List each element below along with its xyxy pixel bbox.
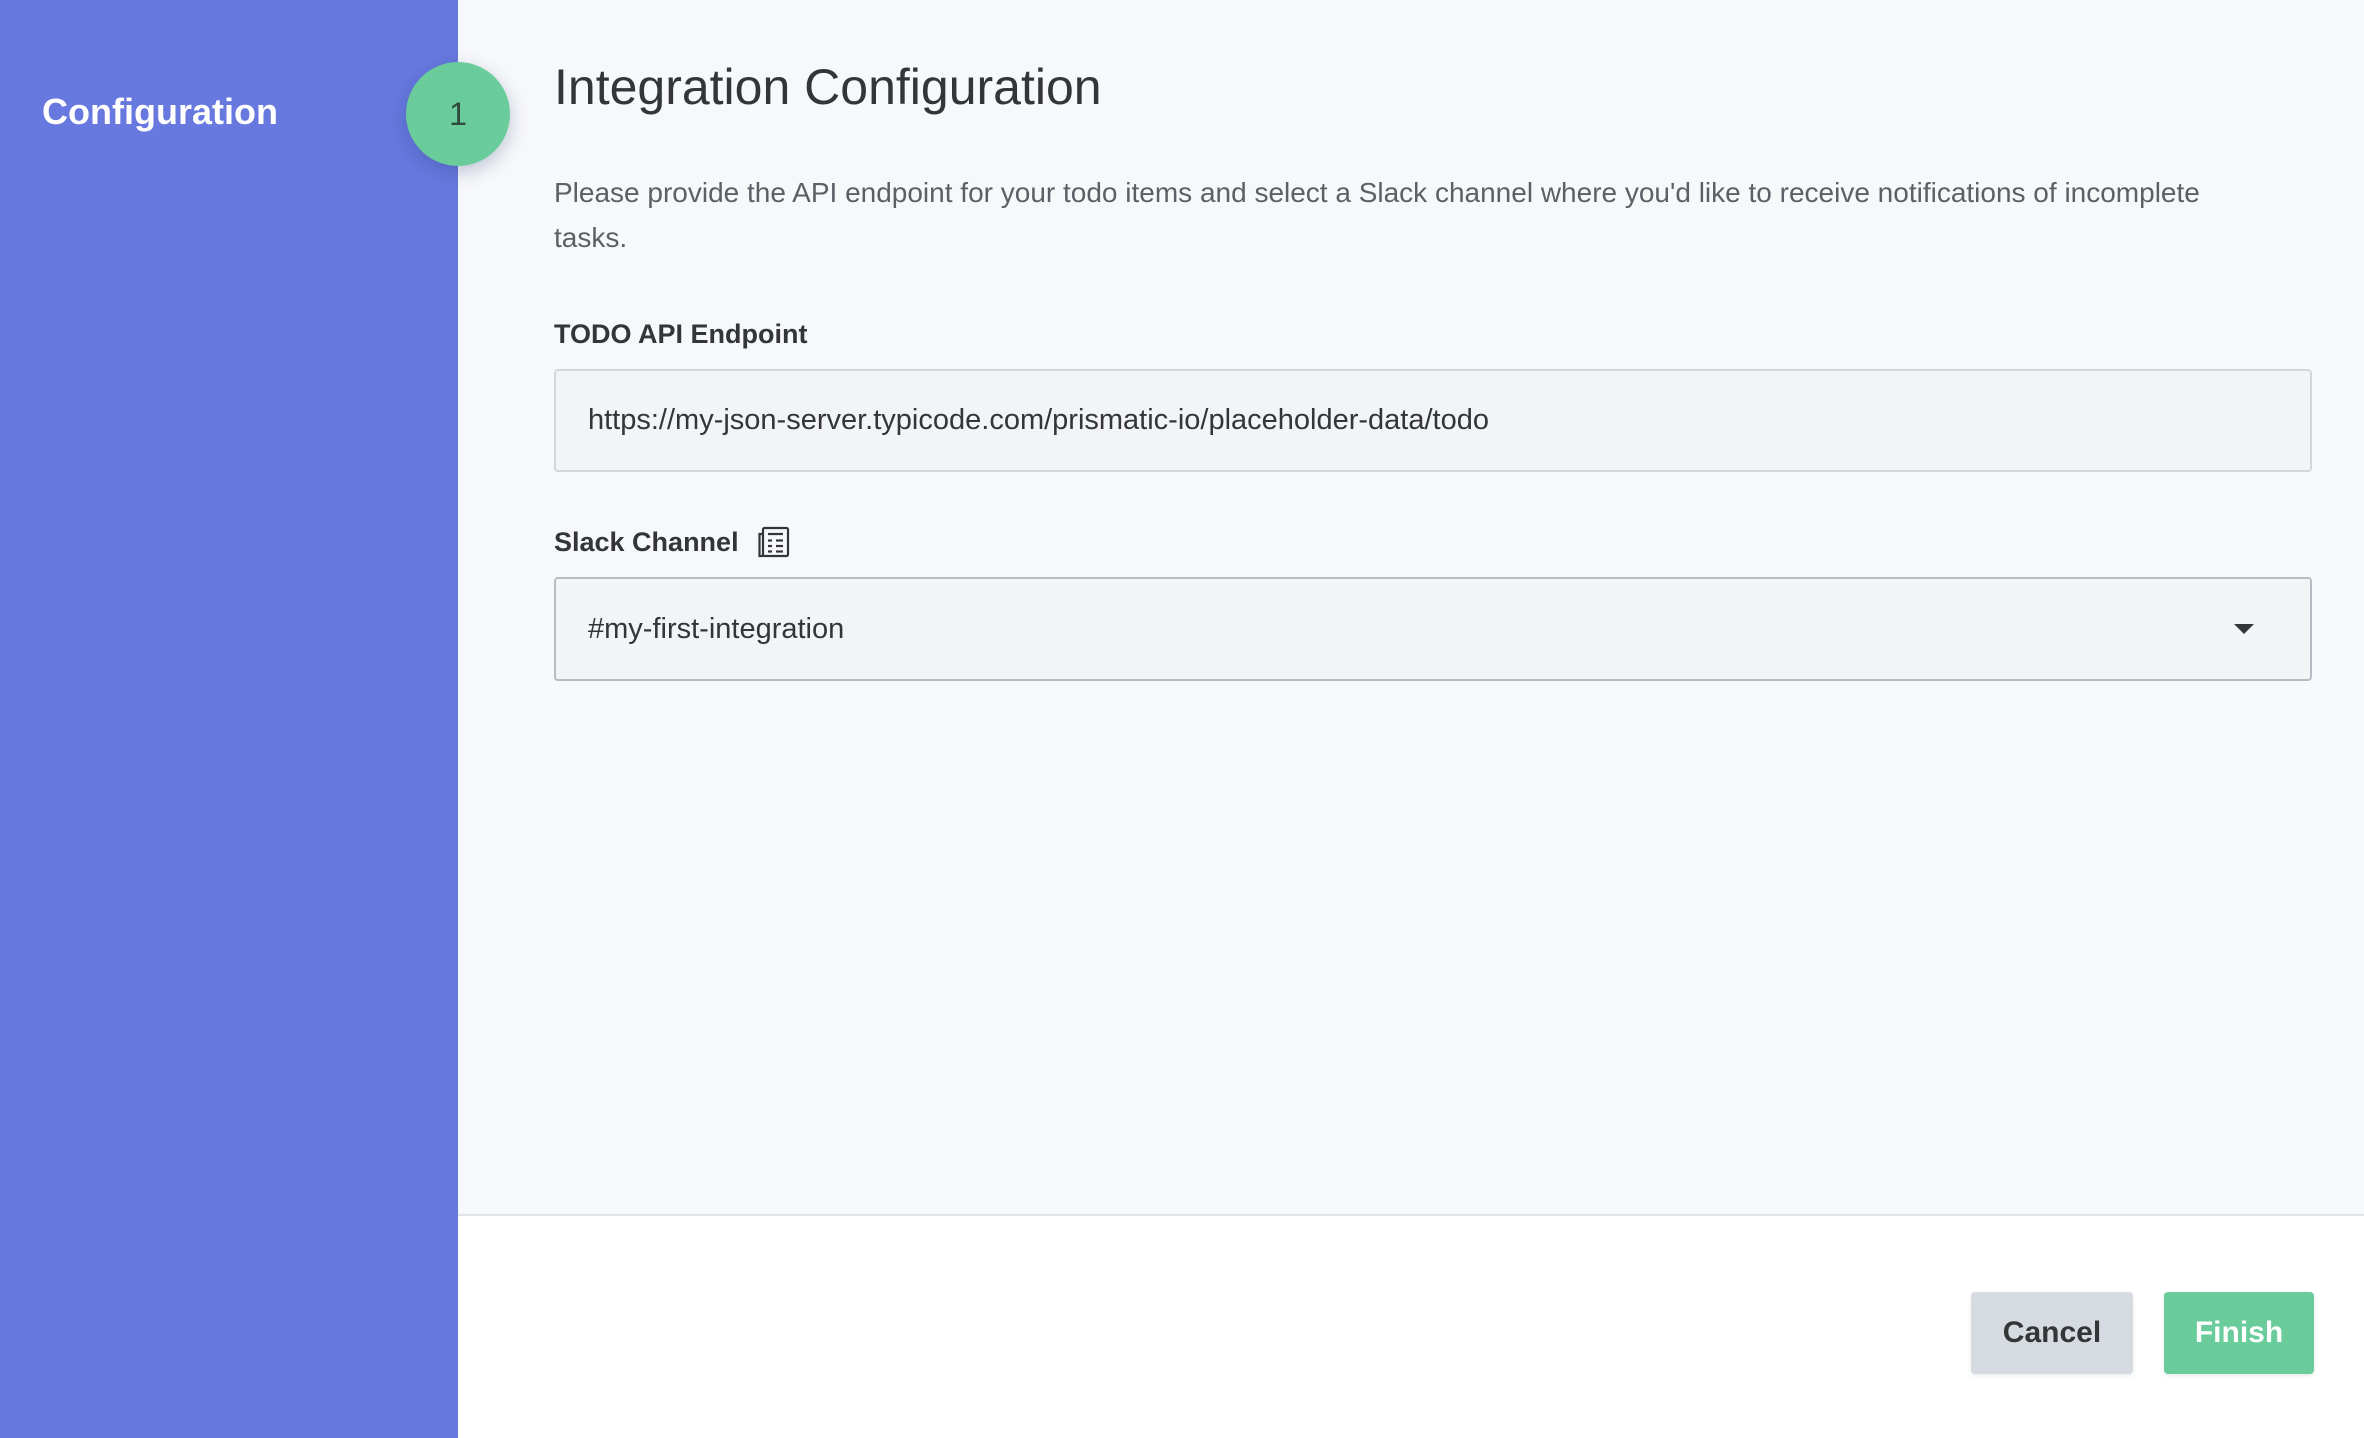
endpoint-label: TODO API Endpoint [554, 316, 807, 352]
sidebar-title: Configuration [42, 91, 278, 132]
main-content: Integration Configuration Please provide… [458, 0, 2364, 1214]
page-title: Integration Configuration [554, 59, 1102, 115]
chevron-down-icon[interactable] [2234, 624, 2254, 634]
finish-button[interactable]: Finish [2164, 1292, 2314, 1374]
endpoint-input[interactable] [554, 369, 2312, 472]
slack-channel-label-text: Slack Channel [554, 527, 739, 557]
step-indicator: 1 [406, 62, 510, 166]
slack-channel-selected: #my-first-integration [588, 612, 845, 645]
cancel-button[interactable]: Cancel [1971, 1292, 2133, 1374]
page-description: Please provide the API endpoint for your… [554, 177, 2200, 253]
footer-bar: Cancel Finish [458, 1214, 2364, 1438]
slack-channel-label: Slack Channel [554, 524, 791, 560]
endpoint-label-text: TODO API Endpoint [554, 319, 808, 349]
slack-channel-select[interactable]: #my-first-integration [554, 577, 2312, 681]
data-source-icon[interactable] [757, 525, 791, 559]
config-sidebar: Configuration [0, 0, 458, 1438]
